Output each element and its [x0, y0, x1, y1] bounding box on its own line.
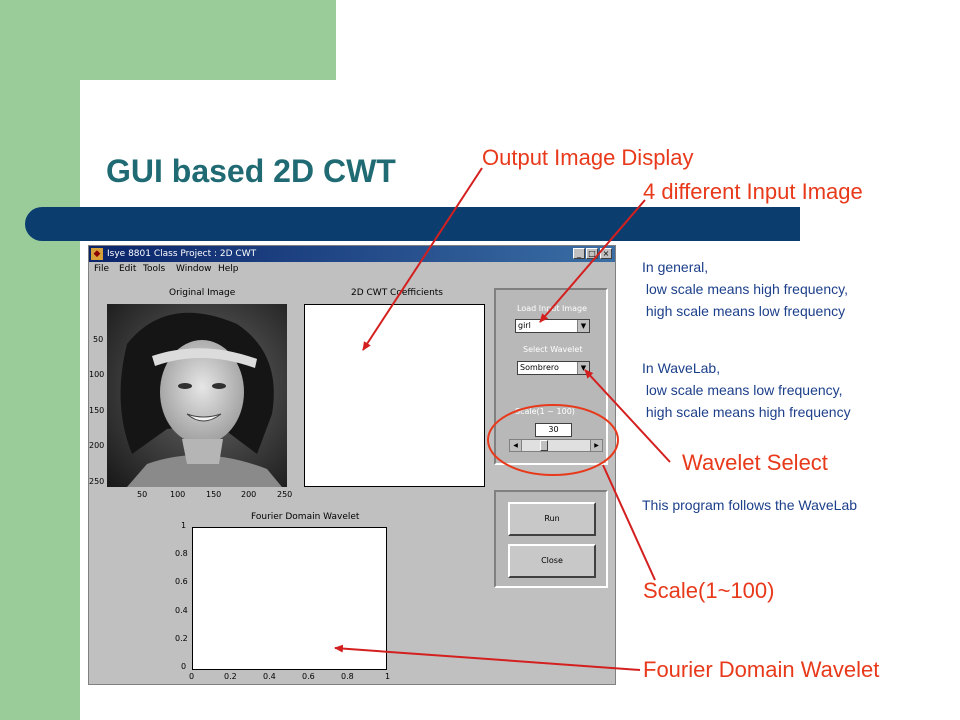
fourier-x-tick: 0: [189, 672, 195, 681]
annotation-fourier: Fourier Domain Wavelet: [643, 657, 880, 682]
menubar: File Edit Tools Window Help: [89, 262, 615, 276]
close-button[interactable]: Close: [508, 544, 596, 578]
annotation-wavelet-select: Wavelet Select: [682, 450, 828, 475]
scale-slider[interactable]: ◀ ▶: [509, 439, 603, 452]
fourier-x-tick: 0.2: [224, 672, 237, 681]
menu-tools[interactable]: Tools: [143, 263, 165, 275]
menu-window[interactable]: Window: [176, 263, 212, 275]
select-wavelet-label: Select Wavelet: [523, 345, 583, 354]
matlab-icon: ◆: [91, 248, 103, 260]
matlab-figure-window: ◆ Isye 8801 Class Project : 2D CWT _ □ ×…: [88, 245, 616, 685]
wavelet-value: Sombrero: [520, 363, 559, 372]
slider-thumb[interactable]: [539, 440, 548, 451]
window-title: Isye 8801 Class Project : 2D CWT: [107, 249, 257, 259]
original-x-tick: 250: [277, 490, 293, 499]
window-titlebar[interactable]: ◆ Isye 8801 Class Project : 2D CWT _ □ ×: [89, 246, 615, 262]
fourier-x-tick: 0.4: [263, 672, 276, 681]
fourier-x-tick: 0.6: [302, 672, 315, 681]
original-x-tick: 50: [137, 490, 148, 499]
original-image-title: Original Image: [169, 288, 236, 298]
original-y-tick: 100: [89, 370, 105, 379]
note-wavelab-line-1: In WaveLab,: [642, 360, 721, 376]
note-general: In general, low scale means high frequen…: [642, 256, 848, 322]
menu-file[interactable]: File: [94, 263, 109, 275]
original-image: [107, 304, 287, 487]
cwt-coefficients-display: [304, 304, 485, 487]
fourier-y-tick: 1: [181, 521, 187, 530]
scale-value: 30: [548, 425, 559, 434]
input-image-value: girl: [518, 321, 531, 330]
scale-input[interactable]: 30: [535, 423, 572, 437]
menu-edit[interactable]: Edit: [119, 263, 136, 275]
run-button[interactable]: Run: [508, 502, 596, 536]
input-controls-panel: Load Input Image girl ▼ Select Wavelet S…: [494, 288, 608, 465]
fourier-wavelet-title: Fourier Domain Wavelet: [251, 512, 360, 522]
green-side-band: [0, 0, 80, 720]
chevron-down-icon[interactable]: ▼: [577, 362, 589, 374]
wavelet-dropdown[interactable]: Sombrero ▼: [517, 361, 590, 375]
original-y-tick: 150: [89, 406, 105, 415]
fourier-y-tick: 0.4: [175, 606, 188, 615]
original-y-tick: 50: [93, 335, 104, 344]
original-x-tick: 200: [241, 490, 257, 499]
green-top-band: [0, 0, 336, 80]
chevron-down-icon[interactable]: ▼: [577, 320, 589, 332]
note-general-line-3: high scale means low frequency: [642, 303, 846, 319]
scale-label: Scale(1 ~ 100): [515, 407, 575, 416]
fourier-x-tick: 0.8: [341, 672, 354, 681]
original-x-tick: 150: [206, 490, 222, 499]
original-y-tick: 200: [89, 441, 105, 450]
note-wavelab-line-2: low scale means low frequency,: [642, 382, 843, 398]
note-wavelab: In WaveLab, low scale means low frequenc…: [642, 357, 851, 423]
fourier-y-tick: 0.2: [175, 634, 188, 643]
note-general-line-1: In general,: [642, 259, 709, 275]
minimize-icon[interactable]: _: [573, 248, 585, 259]
action-buttons-panel: Run Close: [494, 490, 608, 588]
fourier-x-tick: 1: [385, 672, 391, 681]
close-icon[interactable]: ×: [600, 248, 612, 259]
annotation-scale: Scale(1~100): [643, 578, 775, 603]
load-input-image-label: Load Input Image: [517, 304, 588, 313]
note-wavelab-line-3: high scale means high frequency: [642, 404, 851, 420]
fourier-y-tick: 0: [181, 662, 187, 671]
maximize-icon[interactable]: □: [586, 248, 598, 259]
original-y-tick: 250: [89, 477, 105, 486]
note-general-line-2: low scale means high frequency,: [642, 281, 848, 297]
fourier-wavelet-plot: [192, 527, 387, 670]
slider-left-arrow-icon[interactable]: ◀: [510, 440, 522, 451]
fourier-y-tick: 0.6: [175, 577, 188, 586]
annotation-output-display: Output Image Display: [482, 145, 694, 170]
portrait-photo: [107, 304, 287, 487]
note-follows-wavelab: This program follows the WaveLab: [642, 497, 858, 513]
fourier-y-tick: 0.8: [175, 549, 188, 558]
annotation-input-image: 4 different Input Image: [643, 179, 863, 204]
title-underline-bar: [25, 207, 800, 241]
input-image-dropdown[interactable]: girl ▼: [515, 319, 590, 333]
original-x-tick: 100: [170, 490, 186, 499]
menu-help[interactable]: Help: [218, 263, 239, 275]
cwt-coefficients-title: 2D CWT Coefficients: [351, 288, 443, 298]
slide-title: GUI based 2D CWT: [106, 153, 396, 189]
slider-right-arrow-icon[interactable]: ▶: [590, 440, 602, 451]
